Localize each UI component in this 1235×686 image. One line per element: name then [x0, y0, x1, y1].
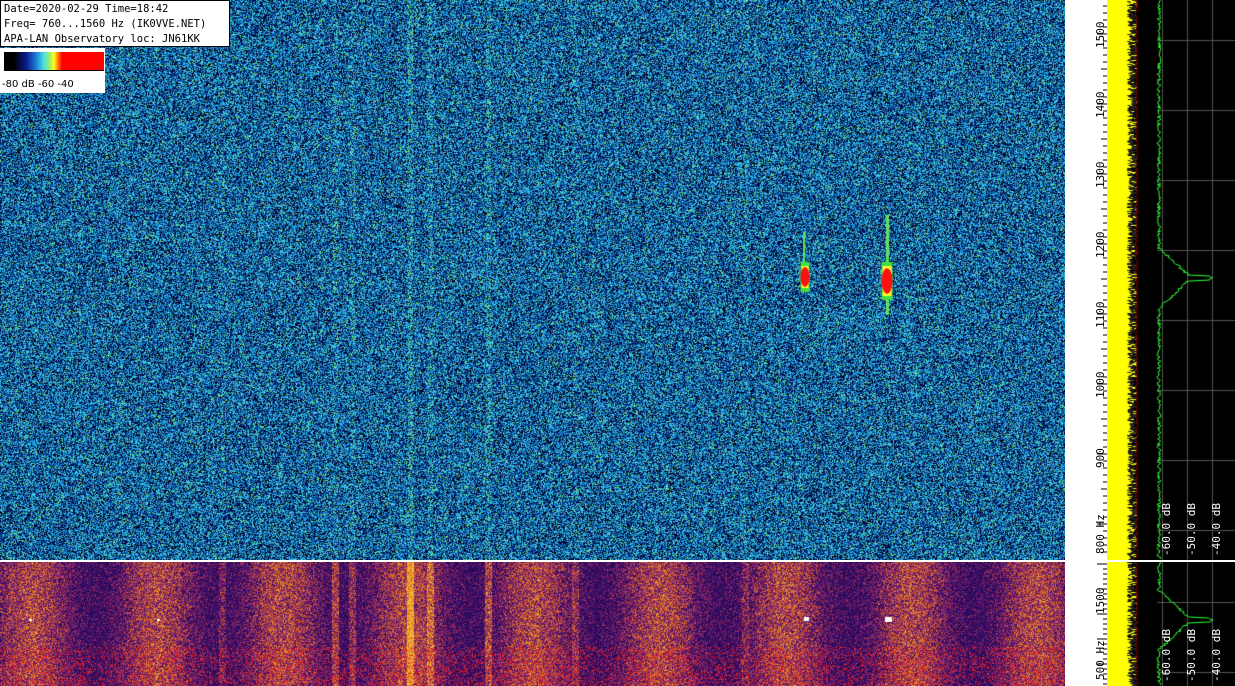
waterfall-bottom — [0, 562, 1065, 686]
frequency-tick-label: 1400 — [1094, 91, 1107, 119]
frequency-tick-label: 1200 — [1094, 231, 1107, 259]
observatory-label: APA-LAN Observatory loc: JN61KK — [4, 33, 200, 45]
spectrum-db-label: -60.0 dB — [1160, 503, 1173, 556]
colorbar-ticks — [4, 70, 104, 77]
spectrum-top — [1107, 0, 1235, 560]
frequency-tick-label: 500 Hz — [1094, 640, 1107, 680]
colorbar-gradient — [4, 52, 104, 70]
spectrum-db-label: -40.0 dB — [1210, 503, 1223, 556]
spectrum-db-label: -50.0 dB — [1185, 503, 1198, 556]
spectrum-db-label: -60.0 dB — [1160, 629, 1173, 682]
frequency-tick-label: 1000 — [1094, 371, 1107, 399]
frequency-tick-label: 1300 — [1094, 161, 1107, 189]
frequency-axis-top — [1065, 0, 1107, 560]
info-box: Date=2020-02-29 Time=18:42 Freq= 760...1… — [0, 0, 230, 47]
frequency-axis-top-ticks — [1097, 5, 1107, 553]
frequency-tick-label: 900 — [1094, 448, 1107, 468]
frequency-tick-label: 800 Hz — [1094, 514, 1107, 554]
frequency-tick-label: 1500 — [1094, 21, 1107, 49]
colorbar-scale-label: -80 dB -60 -40 — [2, 79, 74, 90]
date-time-label: Date=2020-02-29 Time=18:42 — [4, 3, 169, 15]
frequency-tick-label: 1100 — [1094, 301, 1107, 329]
frequency-label: Freq= 760...1560 Hz (IK0VVE.NET) — [4, 18, 207, 30]
waterfall-top — [0, 0, 1065, 560]
spectrum-db-label: -50.0 dB — [1185, 629, 1198, 682]
spectrum-db-label: -40.0 dB — [1210, 629, 1223, 682]
frequency-tick-label: 1500 — [1094, 587, 1107, 615]
colorbar-legend: -80 dB -60 -40 — [0, 48, 105, 93]
